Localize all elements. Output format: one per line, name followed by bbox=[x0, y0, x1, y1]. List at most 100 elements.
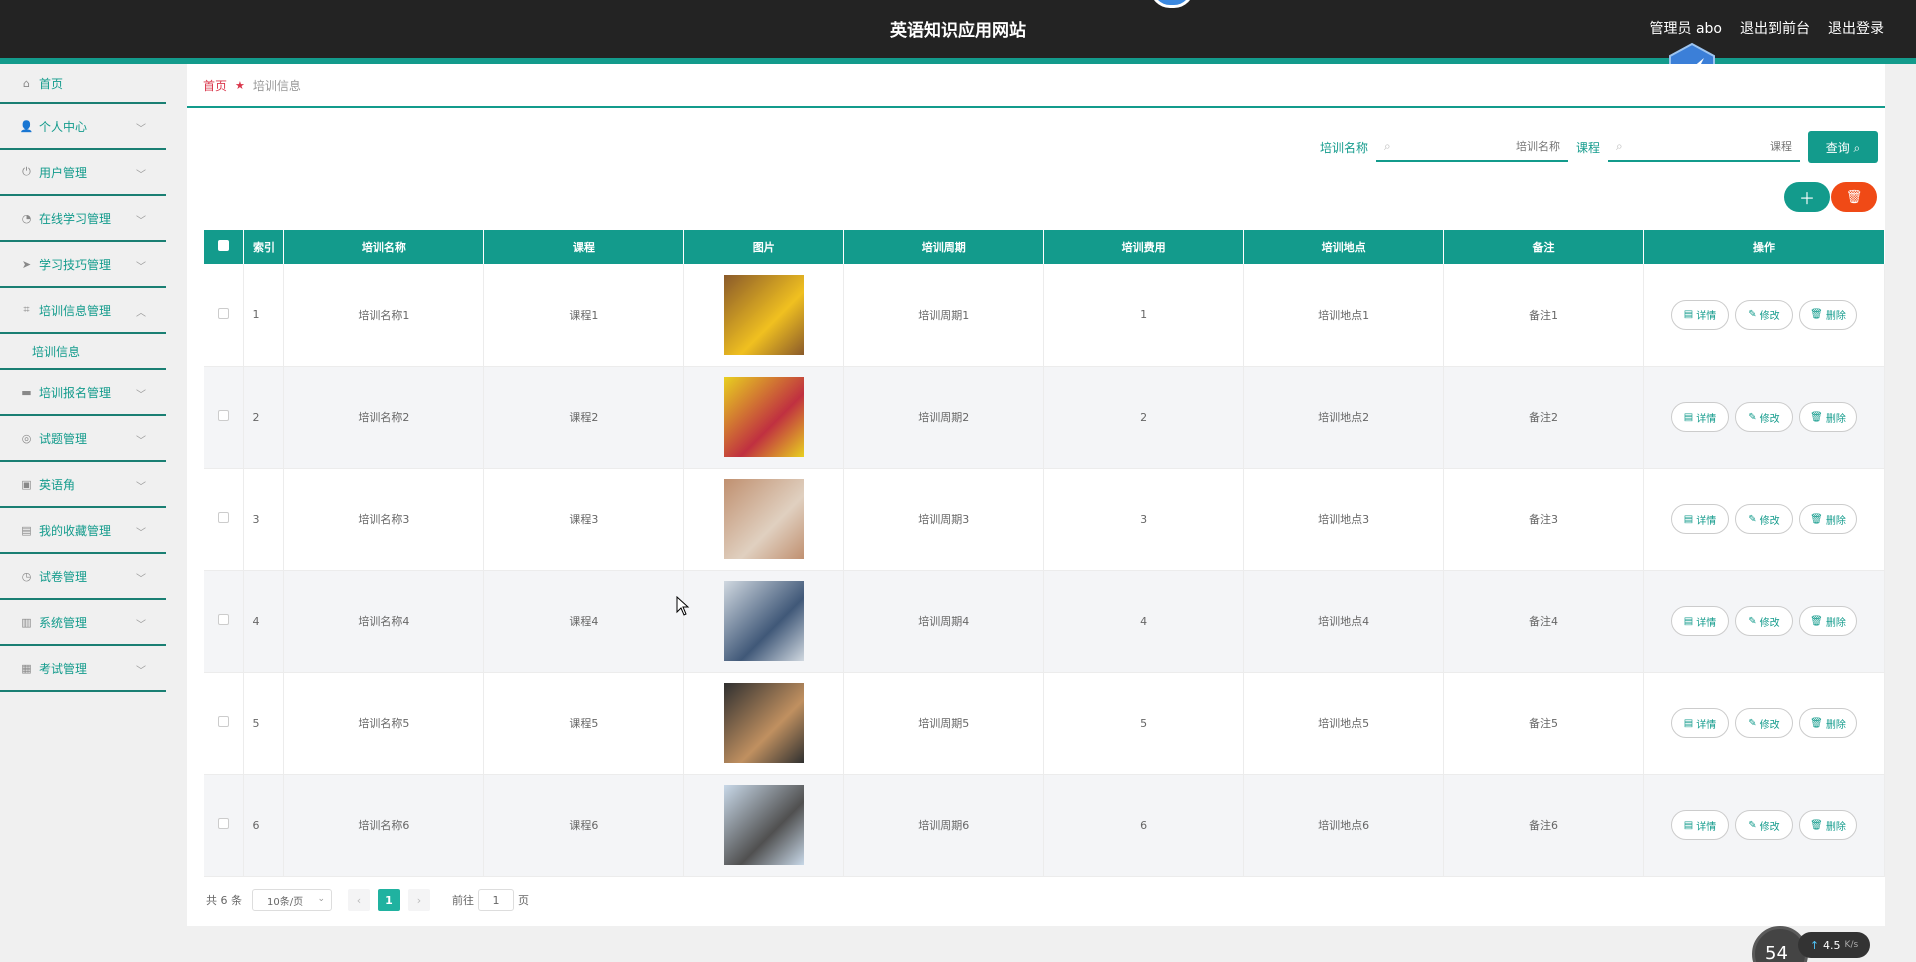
training-thumbnail[interactable] bbox=[723, 581, 804, 661]
row-checkbox[interactable] bbox=[218, 818, 230, 829]
page-size-value: 10条/页 bbox=[267, 896, 304, 908]
gauge-icon: ◔ bbox=[21, 211, 32, 225]
delete-button[interactable]: 🗑 删除 bbox=[1798, 504, 1857, 534]
edit-button[interactable]: ✎ 修改 bbox=[1734, 810, 1793, 840]
table-row[interactable]: 4 培训名称4 课程4 培训周期4 4 培训地点4 备注4 ▤ 详情 ✎ 修改 🗑 删除 bbox=[204, 570, 1886, 673]
prev-page-button[interactable]: ‹ bbox=[348, 889, 370, 911]
row-checkbox[interactable] bbox=[218, 512, 230, 523]
sidebar-item[interactable]: ▥ 系统管理 ﹀ bbox=[0, 600, 166, 646]
trash-icon: 🗑 bbox=[1810, 309, 1823, 321]
edit-label: 修改 bbox=[1759, 515, 1780, 527]
power-icon: ⏻ bbox=[22, 165, 31, 178]
chevron-down-icon: ⌄ bbox=[317, 894, 325, 904]
detail-button[interactable]: ▤ 详情 bbox=[1670, 504, 1729, 534]
training-thumbnail[interactable] bbox=[723, 479, 804, 559]
add-button[interactable]: ＋ bbox=[1784, 182, 1830, 212]
table-row[interactable]: 1 培训名称1 课程1 培训周期1 1 培训地点1 备注1 ▤ 详情 ✎ 修改 🗑 删除 bbox=[204, 264, 1886, 367]
sidebar-item[interactable]: ➤ 学习技巧管理 ﹀ bbox=[0, 242, 166, 288]
sidebar-item[interactable]: ⌂ 首页 bbox=[0, 64, 166, 104]
sidebar-item[interactable]: ⏻ 用户管理 ﹀ bbox=[0, 150, 166, 196]
sidebar-item-label: 在线学习管理 bbox=[39, 211, 112, 226]
query-button[interactable]: 查询 ⌕ bbox=[1808, 131, 1878, 163]
name-search-input[interactable] bbox=[1390, 139, 1560, 153]
row-checkbox[interactable] bbox=[218, 307, 230, 319]
edit-button[interactable]: ✎ 修改 bbox=[1734, 606, 1793, 636]
sidebar-subitem[interactable]: 培训信息 bbox=[0, 334, 166, 370]
training-thumbnail[interactable] bbox=[723, 377, 804, 457]
edit-button[interactable]: ✎ 修改 bbox=[1734, 299, 1793, 330]
detail-label: 详情 bbox=[1696, 821, 1717, 833]
logout-link[interactable]: 退出登录 bbox=[1828, 18, 1884, 38]
cpu-percent-value: 54 bbox=[1765, 943, 1788, 962]
training-thumbnail[interactable] bbox=[723, 785, 804, 865]
detail-button[interactable]: ▤ 详情 bbox=[1670, 708, 1729, 738]
table-row[interactable]: 6 培训名称6 课程6 培训周期6 6 培训地点6 备注6 ▤ 详情 ✎ 修改 🗑 删除 bbox=[204, 774, 1886, 877]
row-checkbox[interactable] bbox=[218, 410, 230, 421]
trash-icon: 🗑 bbox=[1845, 189, 1863, 204]
plus-icon: ＋ bbox=[1798, 191, 1815, 208]
chevron-up-icon: ︿ bbox=[136, 308, 146, 319]
row-select-cell bbox=[204, 366, 245, 469]
sidebar-item[interactable]: ⌗ 培训信息管理 ︿ bbox=[0, 288, 166, 334]
actions-cell: ▤ 详情 ✎ 修改 🗑 删除 bbox=[1643, 366, 1886, 469]
delete-button[interactable]: 🗑 删除 bbox=[1798, 402, 1857, 432]
sidebar-item-label: 个人中心 bbox=[39, 119, 88, 134]
image-cell bbox=[683, 366, 845, 469]
detail-label: 详情 bbox=[1696, 311, 1717, 323]
page-number-button[interactable]: 1 bbox=[378, 889, 400, 911]
name-search-label: 培训名称 bbox=[1319, 140, 1368, 155]
next-page-button[interactable]: › bbox=[408, 889, 430, 911]
trash-icon: 🗑 bbox=[1810, 819, 1823, 831]
back-front-link[interactable]: 退出到前台 bbox=[1740, 18, 1810, 38]
pencil-icon: ✎ bbox=[1748, 819, 1757, 831]
sidebar-item[interactable]: ▤ 我的收藏管理 ﹀ bbox=[0, 508, 166, 554]
sidebar-item[interactable]: ▣ 英语角 ﹀ bbox=[0, 462, 166, 508]
batch-delete-button[interactable]: 🗑 bbox=[1831, 182, 1877, 212]
sidebar-item[interactable]: ◷ 试卷管理 ﹀ bbox=[0, 554, 166, 600]
edit-button[interactable]: ✎ 修改 bbox=[1734, 708, 1793, 738]
delete-button[interactable]: 🗑 删除 bbox=[1798, 299, 1857, 330]
training-thumbnail[interactable] bbox=[723, 274, 804, 355]
clipboard-check-icon: ▦ bbox=[21, 661, 32, 675]
delete-button[interactable]: 🗑 删除 bbox=[1798, 708, 1857, 738]
select-all-checkbox[interactable] bbox=[218, 240, 230, 251]
net-rate-unit: K/s bbox=[1844, 940, 1859, 950]
training-thumbnail[interactable] bbox=[723, 683, 804, 763]
sidebar-item[interactable]: ▬ 培训报名管理 ﹀ bbox=[0, 370, 166, 416]
period-cell: 培训周期1 bbox=[843, 264, 1045, 367]
sidebar-item[interactable]: ▦ 考试管理 ﹀ bbox=[0, 646, 166, 692]
sidebar-item[interactable]: ◎ 试题管理 ﹀ bbox=[0, 416, 166, 462]
goto-page-input[interactable] bbox=[478, 889, 514, 911]
detail-button[interactable]: ▤ 详情 bbox=[1670, 402, 1729, 432]
delete-label: 删除 bbox=[1825, 515, 1846, 527]
fee-cell: 3 bbox=[1043, 468, 1245, 571]
delete-button[interactable]: 🗑 删除 bbox=[1798, 606, 1857, 636]
table-header-row: 索引 培训名称 课程 图片 培训周期 培训费用 培训地点 备注 操作 bbox=[204, 230, 1886, 264]
note-cell: 备注2 bbox=[1443, 366, 1644, 469]
table-row[interactable]: 2 培训名称2 课程2 培训周期2 2 培训地点2 备注2 ▤ 详情 ✎ 修改 🗑 删除 bbox=[204, 366, 1886, 469]
detail-button[interactable]: ▤ 详情 bbox=[1670, 810, 1729, 840]
edit-button[interactable]: ✎ 修改 bbox=[1734, 504, 1793, 534]
edit-label: 修改 bbox=[1759, 821, 1780, 833]
sidebar-item[interactable]: ◔ 在线学习管理 ﹀ bbox=[0, 196, 166, 242]
actions-cell: ▤ 详情 ✎ 修改 🗑 删除 bbox=[1643, 264, 1886, 367]
row-checkbox[interactable] bbox=[218, 716, 230, 727]
index-cell: 4 bbox=[243, 570, 285, 673]
chevron-down-icon: ﹀ bbox=[136, 620, 146, 631]
training-table: 索引 培训名称 课程 图片 培训周期 培训费用 培训地点 备注 操作 1 培训名称1 课程1 培训周期… bbox=[204, 230, 1886, 877]
note-cell: 备注4 bbox=[1443, 570, 1644, 673]
detail-button[interactable]: ▤ 详情 bbox=[1670, 299, 1729, 330]
edit-button[interactable]: ✎ 修改 bbox=[1734, 402, 1793, 432]
page-size-select[interactable]: 10条/页 ⌄ bbox=[252, 889, 332, 911]
detail-button[interactable]: ▤ 详情 bbox=[1670, 606, 1729, 636]
main-content: 首页 ★ 培训信息 培训名称 ⌕ 课程 ⌕ 查询 ⌕ ＋ 🗑 索引培训名称课程图… bbox=[187, 64, 1886, 926]
sidebar-item[interactable]: 👤 个人中心 ﹀ bbox=[0, 104, 166, 150]
breadcrumb-home[interactable]: 首页 bbox=[203, 77, 227, 94]
admin-label[interactable]: 管理员 abo bbox=[1650, 18, 1722, 38]
course-search-input[interactable] bbox=[1622, 139, 1792, 153]
table-row[interactable]: 3 培训名称3 课程3 培训周期3 3 培训地点3 备注3 ▤ 详情 ✎ 修改 🗑 删除 bbox=[204, 468, 1886, 571]
index-cell: 5 bbox=[243, 672, 285, 775]
row-checkbox[interactable] bbox=[218, 614, 230, 625]
table-row[interactable]: 5 培训名称5 课程5 培训周期5 5 培训地点5 备注5 ▤ 详情 ✎ 修改 🗑 删除 bbox=[204, 672, 1886, 775]
delete-button[interactable]: 🗑 删除 bbox=[1798, 810, 1857, 840]
